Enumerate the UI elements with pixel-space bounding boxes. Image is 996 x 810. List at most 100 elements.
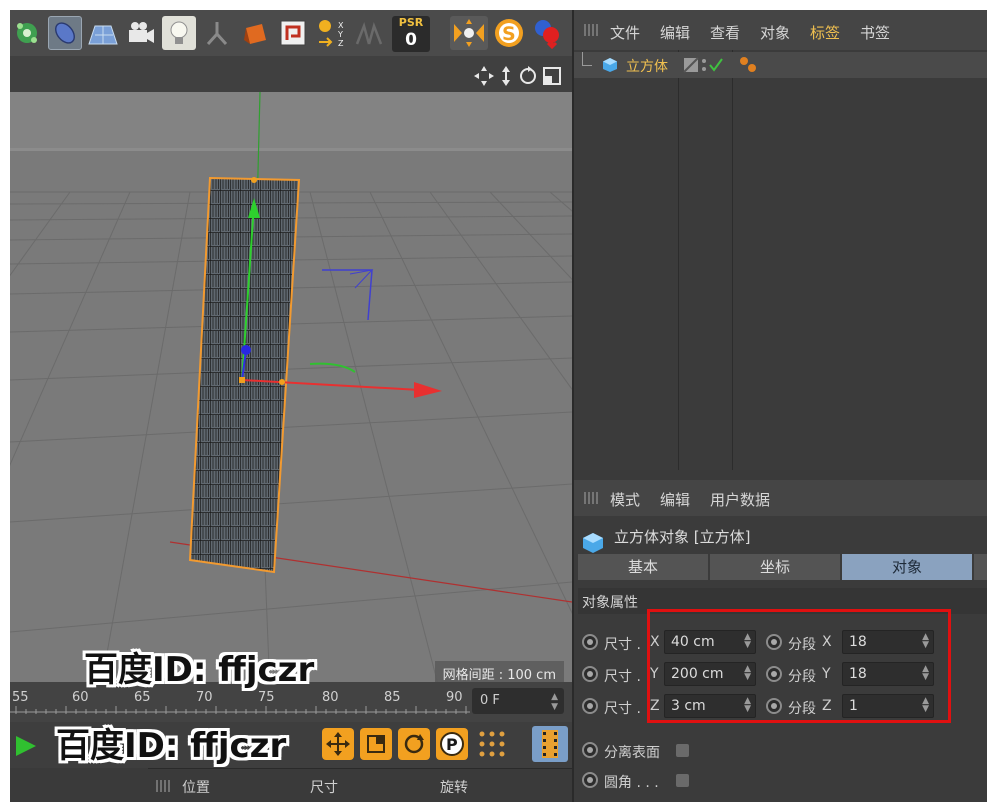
axis-label: X xyxy=(650,634,660,650)
psr-value: 0 xyxy=(405,30,417,50)
menu-edit[interactable]: 编辑 xyxy=(660,22,690,43)
tab-object[interactable]: 对象 xyxy=(842,554,972,580)
maximize-view-icon xyxy=(543,67,561,85)
scale-key-icon[interactable] xyxy=(360,728,392,760)
rotate-key-icon[interactable] xyxy=(398,728,430,760)
animate-radio[interactable] xyxy=(766,634,782,650)
tick-label: 90 xyxy=(446,690,463,705)
menu-view[interactable]: 查看 xyxy=(710,22,740,43)
material-tag-icon[interactable] xyxy=(738,55,760,75)
animate-radio[interactable] xyxy=(582,666,598,682)
size-x-field[interactable]: 40 cm ▲ ▼ xyxy=(664,630,756,654)
object-manager-menubar: 文件 编辑 查看 对象 标签 书签 xyxy=(574,10,987,50)
viewport-nav[interactable] xyxy=(474,64,564,88)
menu-tags[interactable]: 标签 xyxy=(810,22,840,43)
joint-icon[interactable] xyxy=(200,16,234,50)
tab-coordinates[interactable]: 坐标 xyxy=(710,554,840,580)
param-key-icon[interactable]: P xyxy=(436,728,468,760)
object-name[interactable]: 立方体 xyxy=(626,56,668,76)
tab-basic[interactable]: 基本 xyxy=(578,554,708,580)
stepper-arrows-icon[interactable]: ▲ ▼ xyxy=(744,665,751,682)
segment-z-field[interactable]: 1 ▲ ▼ xyxy=(842,694,934,718)
animate-radio[interactable] xyxy=(766,666,782,682)
grip-icon[interactable] xyxy=(584,24,600,36)
snap-icon[interactable] xyxy=(450,16,488,50)
move-key-icon[interactable] xyxy=(322,728,354,760)
separate-surfaces-checkbox[interactable] xyxy=(676,744,689,757)
coordinates-bar: 位置 尺寸 旋转 xyxy=(148,768,572,802)
visibility-toggles[interactable] xyxy=(682,55,728,75)
tick-label: 60 xyxy=(72,690,89,705)
column-divider xyxy=(678,50,679,470)
attribute-title: 立方体对象 [立方体] xyxy=(614,528,751,546)
camera-icon[interactable] xyxy=(124,16,158,50)
size-label: 尺寸 . xyxy=(604,637,641,653)
segment-y-value: 18 xyxy=(849,666,867,682)
object-list[interactable]: 立方体 xyxy=(574,50,987,470)
tick-label: 75 xyxy=(258,690,275,705)
animate-radio[interactable] xyxy=(582,772,598,788)
size-label: 尺寸 . xyxy=(604,701,641,717)
current-frame-field[interactable]: 0 F ▲ ▼ xyxy=(472,688,564,714)
psr-counter[interactable]: PSR 0 xyxy=(392,16,430,52)
stepper-arrows-icon[interactable]: ▲ ▼ xyxy=(922,633,929,650)
menu-file[interactable]: 文件 xyxy=(610,22,640,43)
grip-icon[interactable] xyxy=(156,780,172,792)
axis-xyz-icon[interactable]: XYZ xyxy=(314,16,348,50)
python-icon[interactable] xyxy=(530,16,564,50)
stepper-arrows-icon[interactable]: ▲ ▼ xyxy=(922,697,929,714)
render-view-icon[interactable] xyxy=(276,16,310,50)
menu-bookmarks[interactable]: 书签 xyxy=(860,22,890,43)
point-level-icon[interactable] xyxy=(476,728,508,760)
animate-radio[interactable] xyxy=(582,742,598,758)
stepper-arrows-icon[interactable]: ▲ ▼ xyxy=(551,692,558,712)
column-divider xyxy=(732,50,733,470)
mograph-icon[interactable] xyxy=(10,16,44,50)
segment-label: 分段 xyxy=(788,669,816,685)
segment-z-value: 1 xyxy=(849,698,858,714)
move-view-icon xyxy=(474,66,494,86)
svg-text:Z: Z xyxy=(338,39,344,48)
size-label: 尺寸 . xyxy=(604,669,641,685)
menu-objects[interactable]: 对象 xyxy=(760,22,790,43)
3d-viewport[interactable]: 网格间距 : 100 cm xyxy=(10,92,572,692)
section-object-properties: 对象属性 xyxy=(578,588,987,614)
watermark: 百度ID: ffjczr xyxy=(84,650,315,690)
object-row-cube[interactable]: 立方体 xyxy=(574,52,987,78)
axis-label: Y xyxy=(822,666,831,682)
grip-icon[interactable] xyxy=(584,492,600,504)
size-z-field[interactable]: 3 cm ▲ ▼ xyxy=(664,694,756,718)
size-y-value: 200 cm xyxy=(671,666,724,682)
tick-label: 65 xyxy=(134,690,151,705)
scene-render[interactable] xyxy=(10,92,572,692)
stepper-arrows-icon[interactable]: ▲ ▼ xyxy=(744,633,751,650)
menu-user-data[interactable]: 用户数据 xyxy=(710,489,770,510)
axis-label: Z xyxy=(650,698,660,714)
floor-icon[interactable] xyxy=(86,16,120,50)
play-icon[interactable] xyxy=(12,732,40,760)
menu-edit[interactable]: 编辑 xyxy=(660,489,690,510)
symmetry-icon[interactable] xyxy=(352,16,386,50)
animate-radio[interactable] xyxy=(766,698,782,714)
main-toolbar: XYZ PSR 0 S xyxy=(10,10,572,56)
stepper-arrows-icon[interactable]: ▲ ▼ xyxy=(922,665,929,682)
psr-label: PSR xyxy=(398,16,424,29)
animate-radio[interactable] xyxy=(582,634,598,650)
fillet-checkbox[interactable] xyxy=(676,774,689,787)
tick-label: 85 xyxy=(384,690,401,705)
segment-x-field[interactable]: 18 ▲ ▼ xyxy=(842,630,934,654)
stepper-arrows-icon[interactable]: ▲ ▼ xyxy=(744,697,751,714)
capsule-icon[interactable] xyxy=(48,16,82,50)
script-s-icon[interactable]: S xyxy=(492,16,526,50)
gift-box-icon[interactable] xyxy=(238,16,272,50)
light-icon[interactable] xyxy=(162,16,196,50)
film-strip-icon[interactable] xyxy=(532,726,568,762)
size-y-field[interactable]: 200 cm ▲ ▼ xyxy=(664,662,756,686)
size-x-row: 尺寸 . X 40 cm ▲ ▼ 分段 X 18 ▲ ▼ xyxy=(582,630,982,656)
segment-y-field[interactable]: 18 ▲ ▼ xyxy=(842,662,934,686)
tab-more[interactable] xyxy=(974,554,987,580)
menu-mode[interactable]: 模式 xyxy=(610,489,640,510)
animate-radio[interactable] xyxy=(582,698,598,714)
current-frame-value: 0 F xyxy=(480,693,500,708)
coords-rotation-label: 旋转 xyxy=(440,780,468,796)
